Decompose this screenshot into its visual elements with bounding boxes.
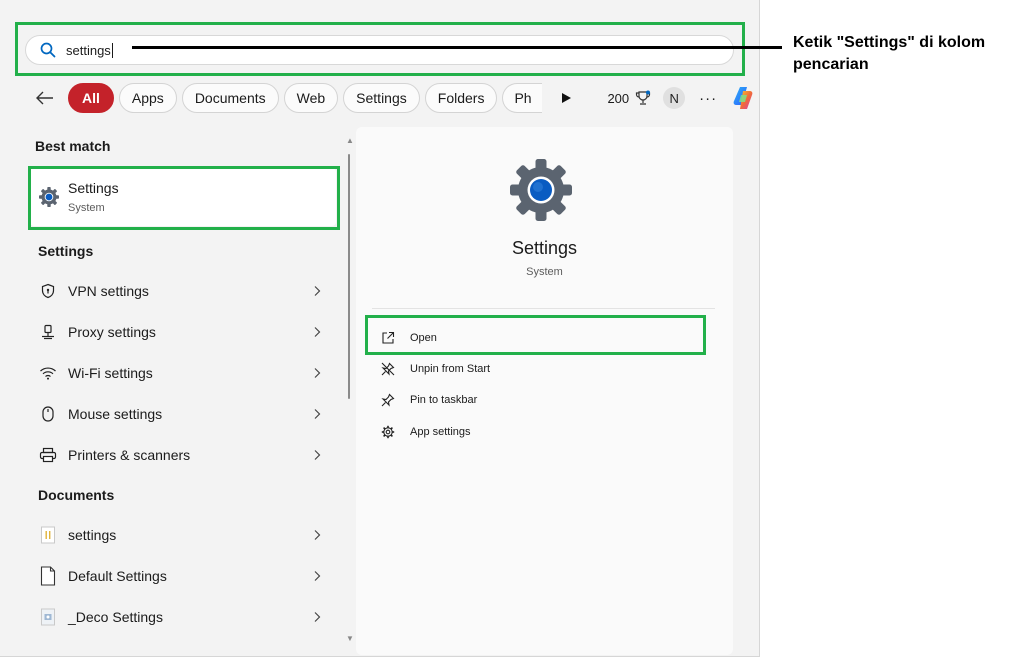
best-match-subtitle: System <box>68 202 105 214</box>
result-vpn-settings[interactable]: VPN settings <box>30 273 330 309</box>
rewards-count: 200 <box>607 90 630 106</box>
scroll-up-arrow-icon[interactable]: ▲ <box>346 136 354 145</box>
copilot-icon[interactable] <box>731 84 759 112</box>
mouse-icon <box>38 404 58 424</box>
filter-chip-apps[interactable]: Apps <box>118 83 177 113</box>
action-unpin-from-start[interactable]: Unpin from Start <box>380 357 490 381</box>
back-arrow-icon[interactable] <box>35 88 55 108</box>
result-settings-document[interactable]: settings <box>30 517 330 553</box>
action-label: Open <box>410 332 437 344</box>
text-file-icon <box>38 525 58 545</box>
best-match-settings[interactable]: Settings System <box>30 168 336 226</box>
search-panel: settings All Apps Documents Web Settings… <box>0 0 760 657</box>
settings-app-icon <box>510 159 572 221</box>
action-open[interactable]: Open <box>380 326 437 350</box>
trophy-icon[interactable] <box>635 90 651 106</box>
result-proxy-settings[interactable]: Proxy settings <box>30 314 330 350</box>
filter-chip-documents[interactable]: Documents <box>181 83 279 113</box>
more-options-icon[interactable]: ··· <box>699 90 717 107</box>
documents-section-header: Documents <box>38 487 115 503</box>
result-label: Default Settings <box>68 568 167 584</box>
open-external-icon <box>380 330 396 346</box>
filter-chip-web[interactable]: Web <box>283 83 339 113</box>
chevron-right-icon <box>314 409 321 419</box>
printer-icon <box>38 445 58 465</box>
search-icon <box>40 42 56 58</box>
pin-icon <box>380 392 396 408</box>
result-deco-settings[interactable]: _Deco Settings <box>30 599 330 635</box>
result-label: Printers & scanners <box>68 447 191 463</box>
filter-chip-settings[interactable]: Settings <box>343 83 420 113</box>
result-printers-scanners[interactable]: Printers & scanners <box>30 437 330 473</box>
blank-file-icon <box>38 566 58 586</box>
chevron-right-icon <box>314 571 321 581</box>
best-match-title: Settings <box>68 180 119 196</box>
play-arrow-icon[interactable] <box>559 91 573 105</box>
image-file-icon <box>38 607 58 627</box>
settings-section-header: Settings <box>38 243 94 259</box>
unpin-icon <box>380 361 396 377</box>
chevron-right-icon <box>314 286 321 296</box>
chevron-right-icon <box>314 450 321 460</box>
best-match-header: Best match <box>35 138 111 154</box>
result-label: settings <box>68 527 117 543</box>
result-mouse-settings[interactable]: Mouse settings <box>30 396 330 432</box>
action-label: Unpin from Start <box>410 363 491 375</box>
result-label: VPN settings <box>68 283 149 299</box>
results-list: Best match Settings System Settings VPN … <box>20 128 350 653</box>
result-label: _Deco Settings <box>68 609 163 625</box>
shield-icon <box>38 281 58 301</box>
result-label: Proxy settings <box>68 324 156 340</box>
chevron-right-icon <box>314 530 321 540</box>
detail-pane: Settings System Open Unpin from Start Pi… <box>356 127 733 655</box>
annotation-line <box>132 46 782 49</box>
scroll-down-arrow-icon[interactable]: ▼ <box>346 634 354 643</box>
proxy-icon <box>38 322 58 342</box>
wifi-icon <box>38 363 58 383</box>
results-scrollbar[interactable]: ▲ ▼ <box>346 136 354 648</box>
screenshot-root: settings All Apps Documents Web Settings… <box>0 0 1024 657</box>
action-label: Pin to taskbar <box>410 394 478 406</box>
settings-gear-icon <box>39 187 59 207</box>
search-value: settings <box>66 42 111 58</box>
text-caret <box>111 42 113 58</box>
search-input[interactable]: settings <box>25 35 734 65</box>
scroll-thumb[interactable] <box>348 154 350 399</box>
chevron-right-icon <box>314 612 321 622</box>
filter-chip-photos[interactable]: Ph <box>502 83 543 113</box>
action-pin-to-taskbar[interactable]: Pin to taskbar <box>380 388 477 412</box>
filter-chip-all[interactable]: All <box>68 83 114 113</box>
filter-chip-folders[interactable]: Folders <box>424 83 498 113</box>
result-label: Wi-Fi settings <box>68 365 153 381</box>
filter-row: All Apps Documents Web Settings Folders … <box>35 83 759 113</box>
result-label: Mouse settings <box>68 406 163 422</box>
chevron-right-icon <box>314 327 321 337</box>
result-wifi-settings[interactable]: Wi-Fi settings <box>30 355 330 391</box>
result-default-settings[interactable]: Default Settings <box>30 558 330 594</box>
action-label: App settings <box>410 426 471 438</box>
detail-subtitle: System <box>526 266 563 278</box>
annotation-text: Ketik "Settings" di kolom pencarian <box>793 34 986 73</box>
divider <box>372 308 715 309</box>
gear-icon <box>380 424 396 440</box>
action-app-settings[interactable]: App settings <box>380 420 471 444</box>
avatar[interactable]: N <box>663 87 686 109</box>
chevron-right-icon <box>314 368 321 378</box>
detail-title: Settings <box>511 238 578 258</box>
